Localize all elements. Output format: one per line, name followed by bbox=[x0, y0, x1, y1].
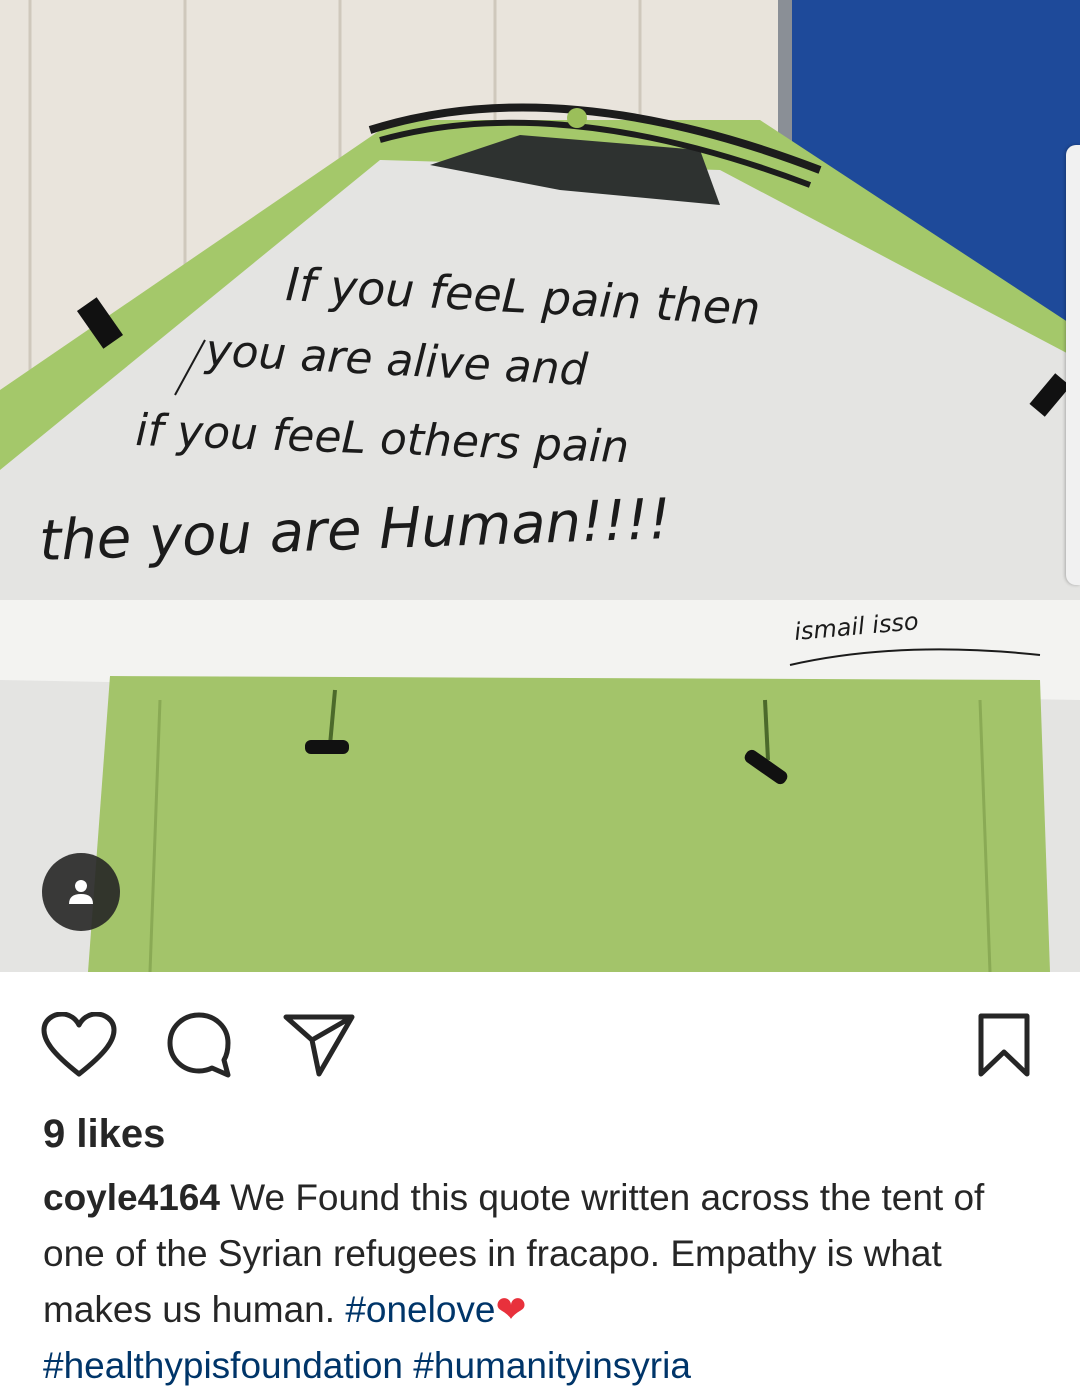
user-tag-button[interactable] bbox=[42, 853, 120, 931]
comment-icon bbox=[167, 1012, 231, 1078]
post-photo[interactable]: If you feeL pain then you are alive and … bbox=[0, 0, 1080, 972]
heart-icon bbox=[41, 1012, 117, 1077]
scroll-handle[interactable] bbox=[1066, 145, 1080, 585]
comment-button[interactable] bbox=[162, 1010, 236, 1080]
paper-plane-icon bbox=[283, 1014, 355, 1077]
save-button[interactable] bbox=[974, 1010, 1034, 1080]
like-count[interactable]: 9 likes bbox=[43, 1112, 165, 1157]
tent-photo-illustration: If you feeL pain then you are alive and … bbox=[0, 0, 1080, 972]
share-button[interactable] bbox=[280, 1010, 358, 1080]
caption-hashtag[interactable]: #onelove bbox=[345, 1289, 495, 1330]
post-caption: coyle4164 We Found this quote written ac… bbox=[43, 1170, 1043, 1394]
user-tag-icon bbox=[69, 880, 93, 904]
heart-emoji: ❤ bbox=[495, 1289, 527, 1330]
caption-hashtags-cut-off[interactable]: #healthypisfoundation #humanityinsyria bbox=[43, 1345, 691, 1386]
caption-username[interactable]: coyle4164 bbox=[43, 1177, 220, 1218]
bookmark-icon bbox=[978, 1013, 1030, 1077]
like-button[interactable] bbox=[40, 1010, 118, 1080]
post-actions-bar bbox=[0, 1000, 1080, 1090]
